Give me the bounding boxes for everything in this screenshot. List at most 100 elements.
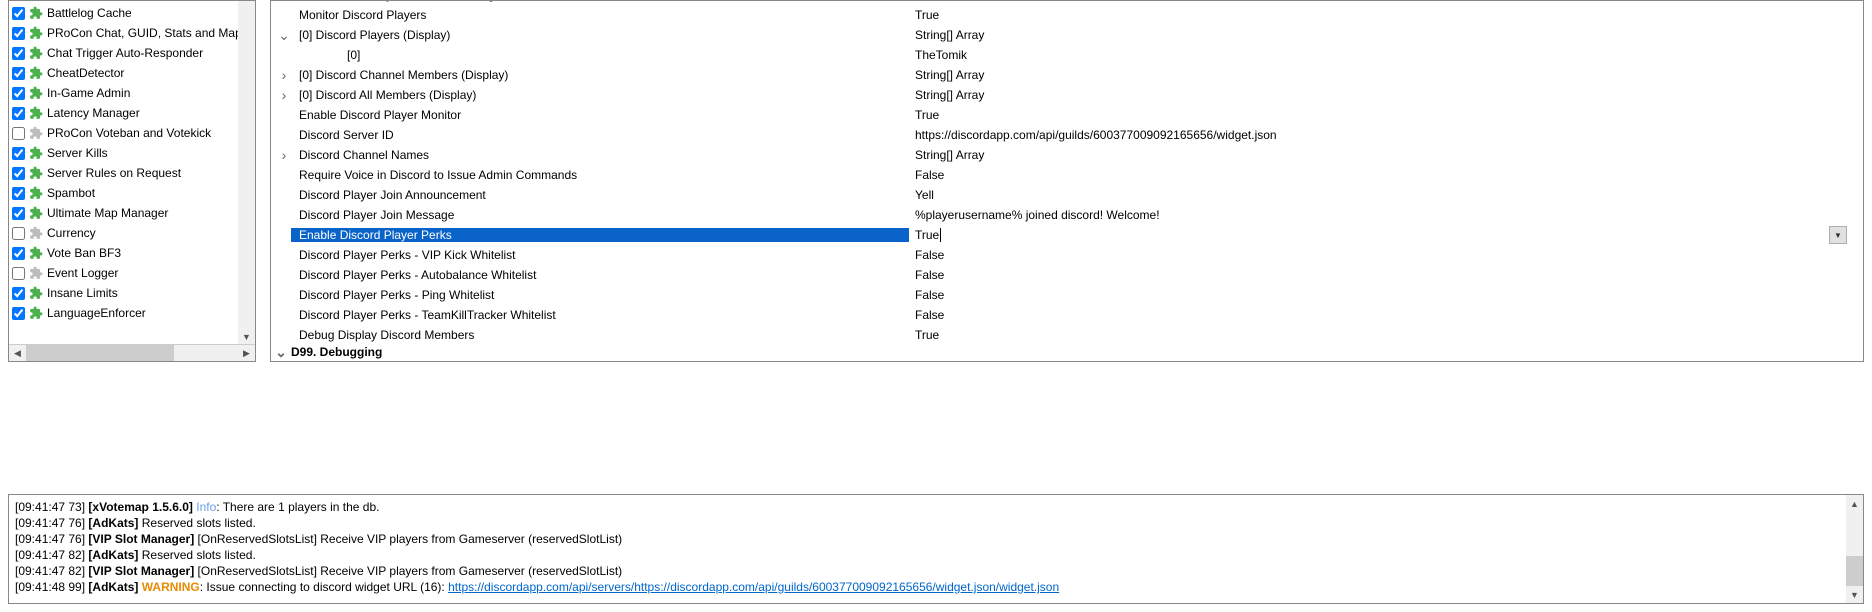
scrollbar-track[interactable] bbox=[1846, 512, 1863, 586]
plugin-row[interactable]: Server Rules on Request bbox=[9, 163, 255, 183]
plugin-row[interactable]: Event Logger bbox=[9, 263, 255, 283]
setting-value: False bbox=[909, 248, 1863, 262]
plugin-row[interactable]: Ultimate Map Manager bbox=[9, 203, 255, 223]
setting-row[interactable]: Debug Display Discord MembersTrue bbox=[271, 325, 1863, 345]
setting-value: True bbox=[909, 108, 1863, 122]
setting-value: True bbox=[909, 328, 1863, 342]
plugin-row[interactable]: Currency bbox=[9, 223, 255, 243]
plugin-row[interactable]: PRoCon Voteban and Votekick bbox=[9, 123, 255, 143]
setting-row[interactable]: Enable Discord Player MonitorTrue bbox=[271, 105, 1863, 125]
plugin-scroll-down-icon[interactable]: ▼ bbox=[238, 1, 255, 344]
setting-row[interactable]: Monitor Discord PlayersTrue bbox=[271, 5, 1863, 25]
setting-row[interactable]: Discord Player Perks - VIP Kick Whitelis… bbox=[271, 245, 1863, 265]
plugin-row[interactable]: CheatDetector bbox=[9, 63, 255, 83]
plugin-row[interactable]: In-Game Admin bbox=[9, 83, 255, 103]
setting-key: [0] Discord Channel Members (Display) bbox=[291, 68, 909, 82]
setting-key: Enable Discord Player Monitor bbox=[291, 108, 909, 122]
expand-icon[interactable]: › bbox=[271, 67, 291, 83]
plugin-row[interactable]: Chat Trigger Auto-Responder bbox=[9, 43, 255, 63]
plugin-checkbox[interactable] bbox=[12, 47, 25, 60]
setting-key: Discord Player Perks - TeamKillTracker W… bbox=[291, 308, 909, 322]
plugin-checkbox[interactable] bbox=[12, 267, 25, 280]
scroll-left-icon[interactable]: ◀ bbox=[9, 345, 26, 361]
plugin-row[interactable]: Battlelog Cache bbox=[9, 3, 255, 23]
setting-row[interactable]: Discord Server IDhttps://discordapp.com/… bbox=[271, 125, 1863, 145]
setting-row[interactable]: Discord Player Join Message%playeruserna… bbox=[271, 205, 1863, 225]
plugin-checkbox[interactable] bbox=[12, 307, 25, 320]
plugin-checkbox[interactable] bbox=[12, 127, 25, 140]
plugin-label: Event Logger bbox=[47, 266, 118, 280]
scroll-up-icon[interactable]: ▲ bbox=[1846, 495, 1863, 512]
setting-value: String[] Array bbox=[909, 148, 1863, 162]
category-label: D99. Debugging bbox=[285, 345, 903, 359]
plugin-checkbox[interactable] bbox=[12, 87, 25, 100]
setting-value: %playerusername% joined discord! Welcome… bbox=[909, 208, 1863, 222]
plugin-label: Latency Manager bbox=[47, 106, 140, 120]
plugin-checkbox[interactable] bbox=[12, 187, 25, 200]
puzzle-icon bbox=[29, 166, 43, 180]
setting-value: String[] Array bbox=[909, 68, 1863, 82]
plugin-checkbox[interactable] bbox=[12, 287, 25, 300]
plugin-row[interactable]: PRoCon Chat, GUID, Stats and Map bbox=[9, 23, 255, 43]
log-link[interactable]: https://discordapp.com/api/servers/https… bbox=[448, 580, 1059, 594]
log-line: [09:41:47 82] [VIP Slot Manager] [OnRese… bbox=[15, 563, 1857, 579]
plugin-row[interactable]: Latency Manager bbox=[9, 103, 255, 123]
collapse-icon[interactable]: ⌄ bbox=[271, 345, 285, 359]
plugin-checkbox[interactable] bbox=[12, 107, 25, 120]
plugin-horizontal-scrollbar[interactable]: ◀ ▶ bbox=[9, 344, 255, 361]
puzzle-icon bbox=[29, 106, 43, 120]
settings-category-header[interactable]: ⌄D99. Debugging bbox=[271, 345, 1863, 359]
plugin-checkbox[interactable] bbox=[12, 27, 25, 40]
setting-row[interactable]: ›[0] Discord Channel Members (Display)St… bbox=[271, 65, 1863, 85]
scrollbar-thumb[interactable] bbox=[26, 345, 174, 361]
plugin-row[interactable]: Vote Ban BF3 bbox=[9, 243, 255, 263]
setting-row[interactable]: Discord Player Perks - Ping WhitelistFal… bbox=[271, 285, 1863, 305]
setting-value: String[] Array bbox=[909, 28, 1863, 42]
plugin-checkbox[interactable] bbox=[12, 7, 25, 20]
setting-row[interactable]: Discord Player Join AnnouncementYell bbox=[271, 185, 1863, 205]
setting-row[interactable]: Require Voice in Discord to Issue Admin … bbox=[271, 165, 1863, 185]
plugin-row[interactable]: Insane Limits bbox=[9, 283, 255, 303]
puzzle-icon bbox=[29, 286, 43, 300]
setting-key: Discord Player Perks - VIP Kick Whitelis… bbox=[291, 248, 909, 262]
plugin-label: Vote Ban BF3 bbox=[47, 246, 121, 260]
plugin-label: PRoCon Voteban and Votekick bbox=[47, 126, 211, 140]
plugin-label: Ultimate Map Manager bbox=[47, 206, 168, 220]
puzzle-icon bbox=[29, 206, 43, 220]
plugin-row[interactable]: Spambot bbox=[9, 183, 255, 203]
collapse-icon[interactable]: ⌄ bbox=[271, 27, 291, 44]
setting-row[interactable]: ›[0] Discord All Members (Display)String… bbox=[271, 85, 1863, 105]
puzzle-icon bbox=[29, 186, 43, 200]
log-vertical-scrollbar[interactable]: ▲ ▼ bbox=[1846, 495, 1863, 603]
scroll-right-icon[interactable]: ▶ bbox=[238, 345, 255, 361]
plugin-checkbox[interactable] bbox=[12, 247, 25, 260]
puzzle-icon bbox=[29, 126, 43, 140]
setting-value: True bbox=[909, 8, 1863, 22]
plugin-row[interactable]: Server Kills bbox=[9, 143, 255, 163]
setting-row[interactable]: Enable Discord Player PerksTrue▼ bbox=[271, 225, 1863, 245]
dropdown-button[interactable]: ▼ bbox=[1829, 226, 1847, 244]
scrollbar-track[interactable] bbox=[26, 345, 238, 361]
expand-icon[interactable]: › bbox=[271, 147, 291, 163]
setting-value[interactable]: True▼ bbox=[909, 226, 1863, 244]
setting-row[interactable]: ›Discord Channel NamesString[] Array bbox=[271, 145, 1863, 165]
setting-row[interactable]: [0]TheTomik bbox=[271, 45, 1863, 65]
plugin-checkbox[interactable] bbox=[12, 67, 25, 80]
plugin-row[interactable]: LanguageEnforcer bbox=[9, 303, 255, 323]
expand-icon[interactable]: › bbox=[271, 87, 291, 103]
log-line: [09:41:48 99] [AdKats] WARNING: Issue co… bbox=[15, 579, 1857, 595]
setting-row[interactable]: Discord Player Perks - TeamKillTracker W… bbox=[271, 305, 1863, 325]
plugin-checkbox[interactable] bbox=[12, 227, 25, 240]
setting-value: Yell bbox=[909, 188, 1863, 202]
puzzle-icon bbox=[29, 26, 43, 40]
plugin-checkbox[interactable] bbox=[12, 167, 25, 180]
puzzle-icon bbox=[29, 86, 43, 100]
setting-row[interactable]: ⌄[0] Discord Players (Display)String[] A… bbox=[271, 25, 1863, 45]
plugin-checkbox[interactable] bbox=[12, 147, 25, 160]
log-line: [09:41:47 82] [AdKats] Reserved slots li… bbox=[15, 547, 1857, 563]
plugin-checkbox[interactable] bbox=[12, 207, 25, 220]
plugin-label: Spambot bbox=[47, 186, 95, 200]
scroll-down-icon[interactable]: ▼ bbox=[1846, 586, 1863, 603]
setting-row[interactable]: Discord Player Perks - Autobalance White… bbox=[271, 265, 1863, 285]
scrollbar-thumb[interactable] bbox=[1846, 556, 1863, 586]
